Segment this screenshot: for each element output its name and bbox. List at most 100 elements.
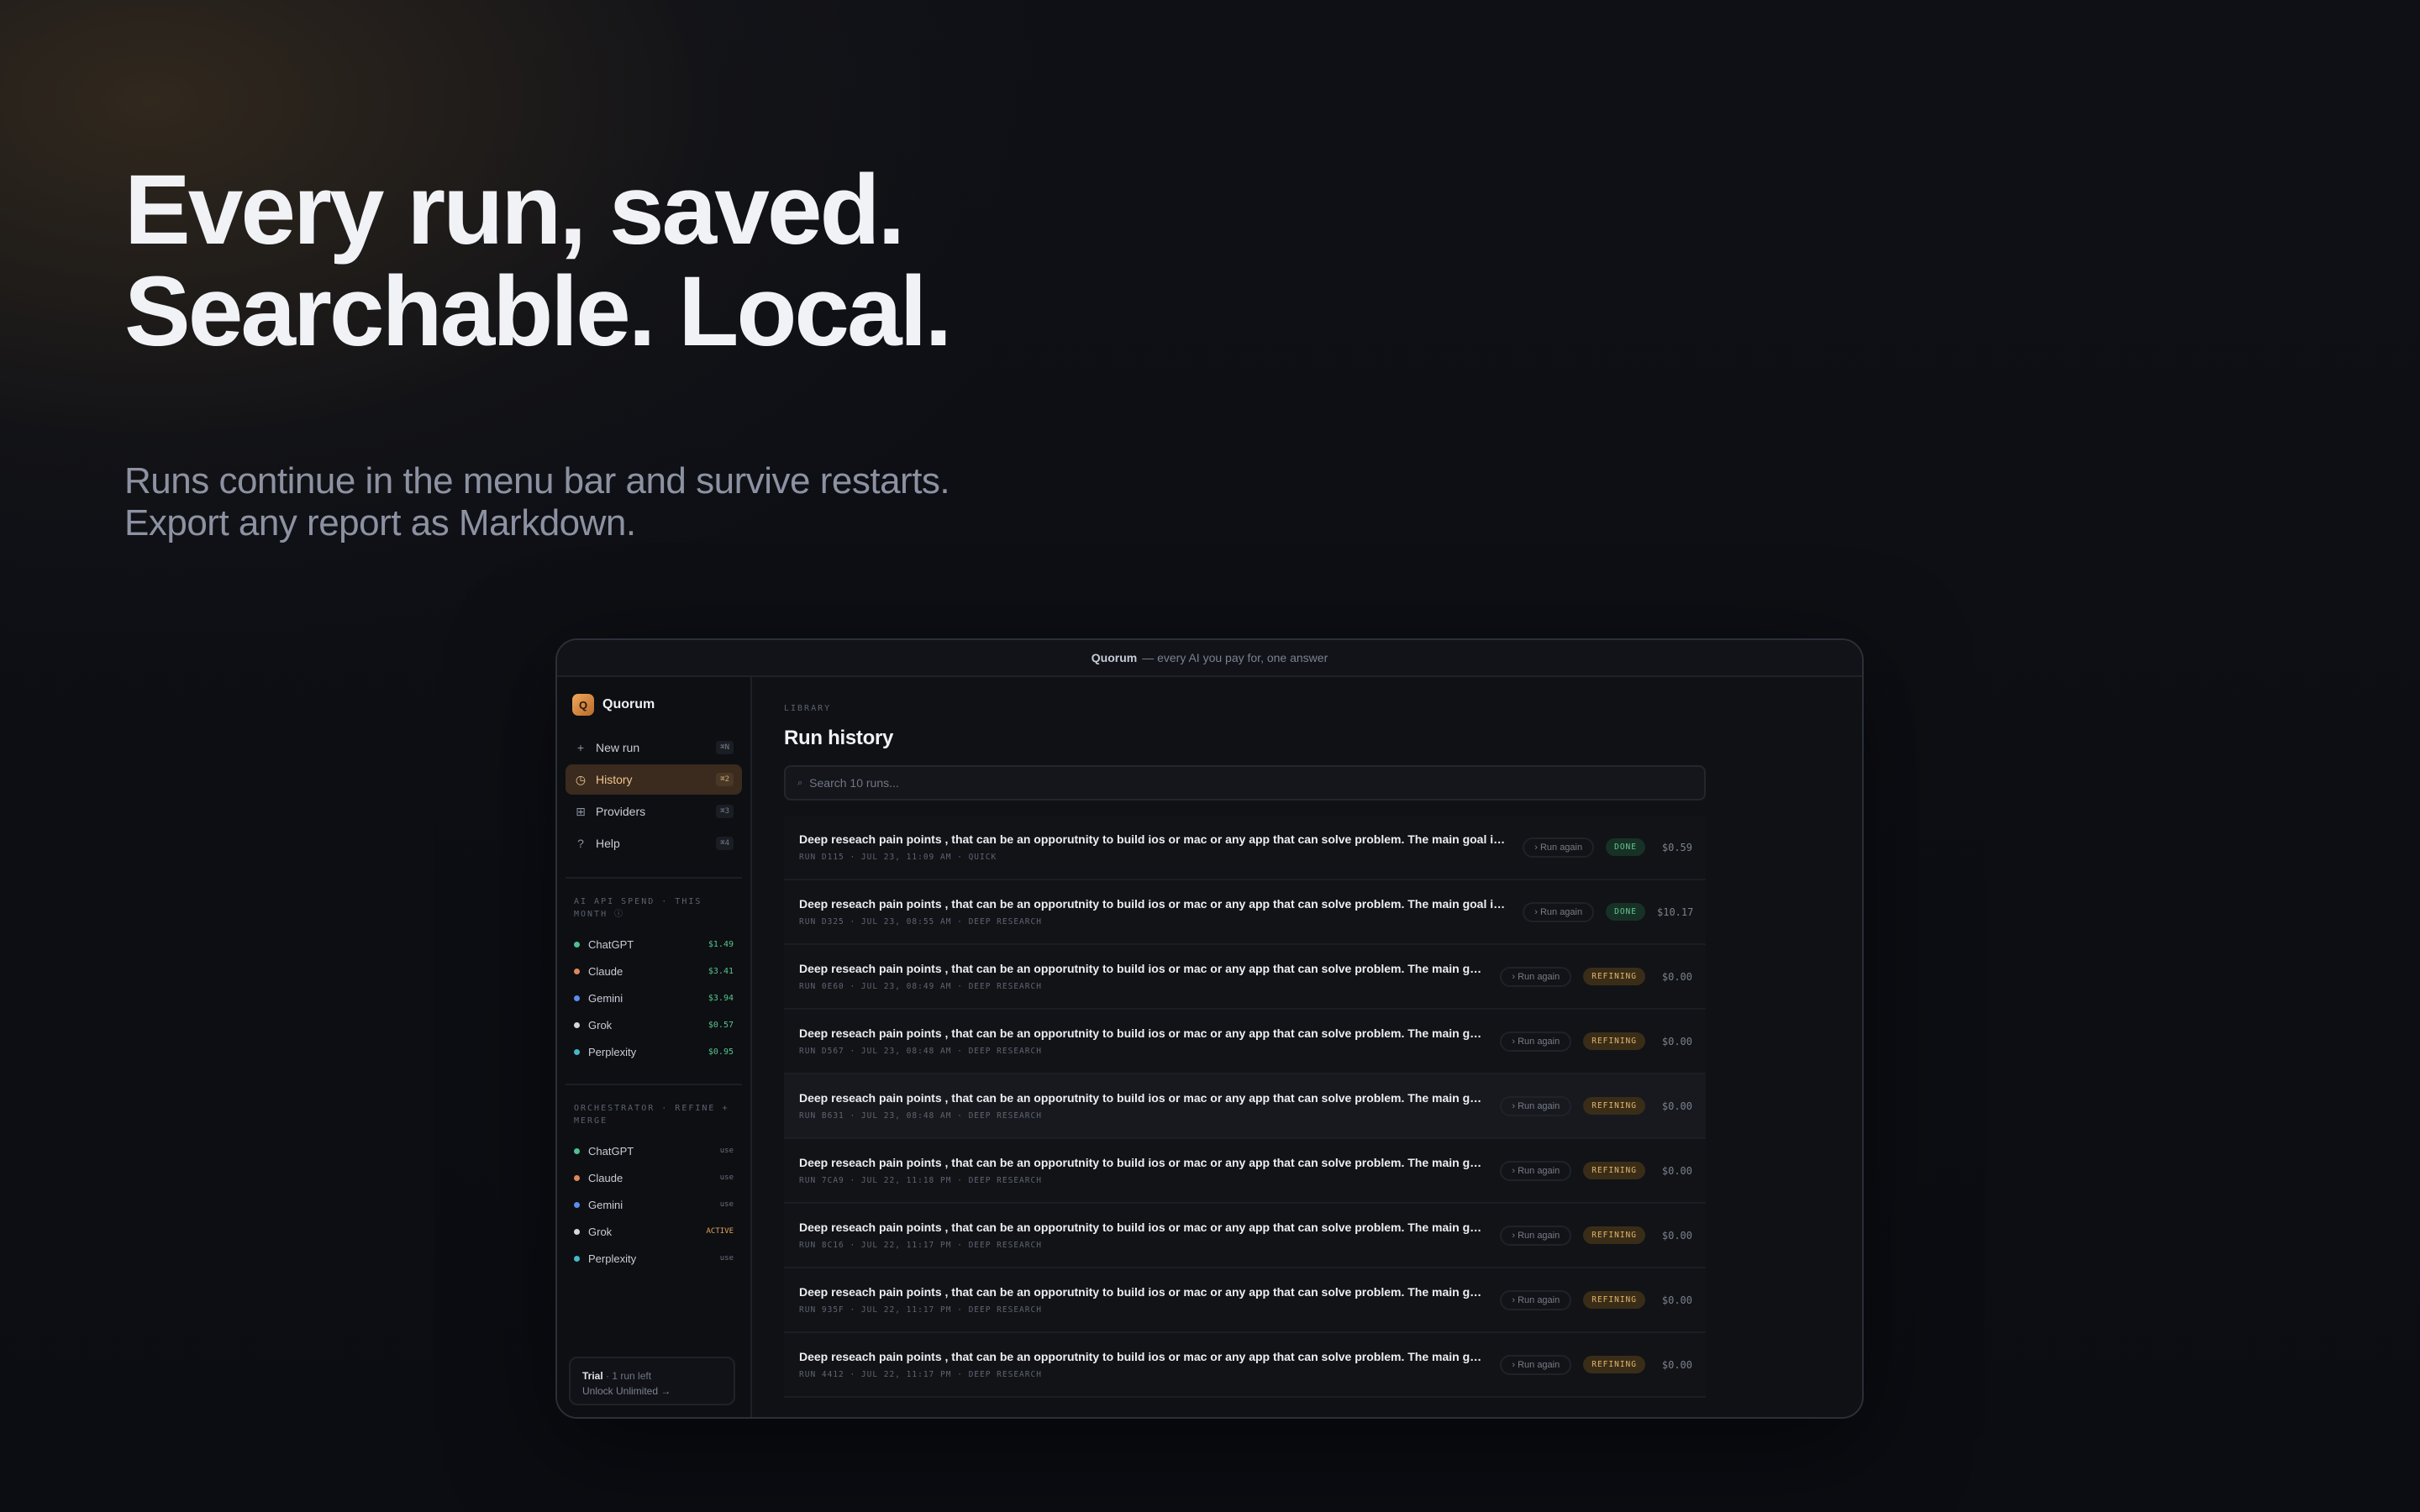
sidebar-item-label: Help [596, 837, 620, 850]
sidebar: Q Quorum + New run ⌘N ◷ History ⌘2 ⊞ Pro… [557, 677, 752, 1417]
provider-name: Perplexity [588, 1045, 637, 1058]
provider-dot [574, 1147, 580, 1154]
use-toggle[interactable]: use [720, 1254, 734, 1263]
hero-title-line-2: Searchable. Local. [124, 256, 952, 367]
run-text: Deep reseach pain points , that can be a… [799, 832, 1507, 862]
run-row[interactable]: Deep reseach pain points , that can be a… [784, 1074, 1706, 1139]
run-again-button[interactable]: › Run again [1523, 901, 1595, 922]
run-row[interactable]: Deep reseach pain points , that can be a… [784, 1139, 1706, 1204]
sidebar-item-new-run[interactable]: + New run ⌘N [566, 732, 742, 763]
run-meta: RUN D325 · JUL 23, 08:55 AM · DEEP RESEA… [799, 917, 1042, 927]
search-bar[interactable]: ⌕ [784, 765, 1706, 801]
run-row[interactable]: Deep reseach pain points , that can be a… [784, 1333, 1706, 1398]
unlock-unlimited-link[interactable]: Unlock Unlimited → [582, 1383, 722, 1399]
run-again-button[interactable]: › Run again [1500, 1160, 1572, 1181]
hero: Every run, saved. Searchable. Local. [124, 160, 1217, 363]
orchestrator-row-chatgpt[interactable]: ChatGPT use [574, 1137, 734, 1164]
orchestrator-section-label: ORCHESTRATOR · REFINE + MERGE [566, 1084, 742, 1127]
provider-dot [574, 995, 580, 1001]
status-badge: REFINING [1583, 1032, 1645, 1050]
run-title: Deep reseach pain points , that can be a… [799, 1156, 1486, 1169]
use-toggle[interactable]: use [720, 1200, 734, 1209]
search-icon: ⌕ [797, 777, 803, 788]
orchestrator-row-gemini[interactable]: Gemini use [574, 1191, 734, 1218]
spend-row-perplexity: Perplexity $0.95 [574, 1038, 734, 1065]
run-text: Deep reseach pain points , that can be a… [799, 897, 1507, 927]
provider-name: Gemini [588, 991, 623, 1005]
run-title: Deep reseach pain points , that can be a… [799, 897, 1508, 911]
trial-box[interactable]: Trial · 1 run left Unlock Unlimited → [569, 1357, 735, 1405]
run-again-button[interactable]: › Run again [1500, 1095, 1572, 1116]
run-row[interactable]: Deep reseach pain points , that can be a… [784, 1204, 1706, 1268]
window-titlebar: Quorum — every AI you pay for, one answe… [557, 640, 1862, 677]
run-row[interactable]: Deep reseach pain points , that can be a… [784, 816, 1706, 880]
run-row[interactable]: Deep reseach pain points , that can be a… [784, 1010, 1706, 1074]
spend-value: $0.57 [708, 1020, 734, 1030]
brand: Q Quorum [557, 677, 750, 732]
run-text: Deep reseach pain points , that can be a… [799, 1285, 1485, 1315]
orchestrator-row-claude[interactable]: Claude use [574, 1164, 734, 1191]
run-cost: $0.00 [1661, 1164, 1692, 1177]
window-app-name: Quorum [1091, 651, 1138, 664]
run-row[interactable]: Deep reseach pain points , that can be a… [784, 880, 1706, 945]
run-again-button[interactable]: › Run again [1500, 966, 1572, 987]
orchestrator-row-grok[interactable]: Grok ACTIVE [574, 1218, 734, 1245]
provider-name: Grok [588, 1018, 613, 1032]
run-text: Deep reseach pain points , that can be a… [799, 1156, 1485, 1185]
run-cost: $0.00 [1661, 970, 1692, 983]
shortcut-hint: ⌘N [716, 741, 734, 754]
section-eyebrow: LIBRARY [784, 704, 832, 713]
run-list: Deep reseach pain points , that can be a… [784, 816, 1706, 1398]
run-row[interactable]: Deep reseach pain points , that can be a… [784, 945, 1706, 1010]
spend-row-claude: Claude $3.41 [574, 958, 734, 984]
hero-subtitle-line-2: Export any report as Markdown. [124, 502, 636, 543]
hero-title: Every run, saved. Searchable. Local. [124, 160, 1217, 363]
run-text: Deep reseach pain points , that can be a… [799, 1221, 1485, 1250]
provider-dot [574, 1201, 580, 1208]
provider-name: Gemini [588, 1198, 623, 1211]
run-again-button[interactable]: › Run again [1523, 837, 1595, 858]
status-badge: REFINING [1583, 1097, 1645, 1115]
run-row[interactable]: Deep reseach pain points , that can be a… [784, 1268, 1706, 1333]
run-meta: RUN 8C16 · JUL 22, 11:17 PM · DEEP RESEA… [799, 1241, 1042, 1250]
run-meta: RUN 935F · JUL 22, 11:17 PM · DEEP RESEA… [799, 1305, 1042, 1315]
run-meta: RUN D115 · JUL 23, 11:09 AM · QUICK [799, 853, 997, 862]
brand-name: Quorum [602, 697, 655, 711]
run-again-button[interactable]: › Run again [1500, 1354, 1572, 1375]
provider-dot [574, 1255, 580, 1262]
run-again-button[interactable]: › Run again [1500, 1225, 1572, 1246]
use-toggle[interactable]: use [720, 1147, 734, 1155]
status-badge: REFINING [1583, 1356, 1645, 1373]
shortcut-hint: ⌘4 [716, 837, 734, 850]
use-toggle[interactable]: use [720, 1173, 734, 1182]
sidebar-item-history[interactable]: ◷ History ⌘2 [566, 764, 742, 795]
search-input[interactable] [809, 776, 1704, 790]
sidebar-item-providers[interactable]: ⊞ Providers ⌘3 [566, 796, 742, 827]
run-title: Deep reseach pain points , that can be a… [799, 1350, 1486, 1363]
run-cost: $0.00 [1661, 1294, 1692, 1306]
run-cost: $0.00 [1661, 1035, 1692, 1047]
run-cost: $0.00 [1661, 1358, 1692, 1371]
status-badge: REFINING [1583, 1162, 1645, 1179]
trial-remaining: · 1 run left [602, 1370, 652, 1382]
run-title: Deep reseach pain points , that can be a… [799, 1026, 1486, 1040]
provider-name: ChatGPT [588, 937, 634, 951]
run-cost: $0.00 [1661, 1229, 1692, 1242]
run-again-button[interactable]: › Run again [1500, 1031, 1572, 1052]
spend-row-grok: Grok $0.57 [574, 1011, 734, 1038]
run-title: Deep reseach pain points , that can be a… [799, 962, 1486, 975]
provider-dot [574, 1048, 580, 1055]
status-badge: DONE [1606, 903, 1645, 921]
status-badge: REFINING [1583, 968, 1645, 985]
spend-value: $3.94 [708, 993, 734, 1003]
page-title: Run history [784, 727, 894, 749]
grid-icon: ⊞ [576, 804, 586, 818]
orchestrator-row-perplexity[interactable]: Perplexity use [574, 1245, 734, 1272]
run-cost: $0.00 [1661, 1100, 1692, 1112]
provider-name: Grok [588, 1225, 613, 1238]
sidebar-item-label: History [596, 773, 633, 786]
provider-dot [574, 941, 580, 948]
sidebar-item-help[interactable]: ? Help ⌘4 [566, 828, 742, 858]
run-again-button[interactable]: › Run again [1500, 1289, 1572, 1310]
clock-icon: ◷ [575, 772, 587, 786]
